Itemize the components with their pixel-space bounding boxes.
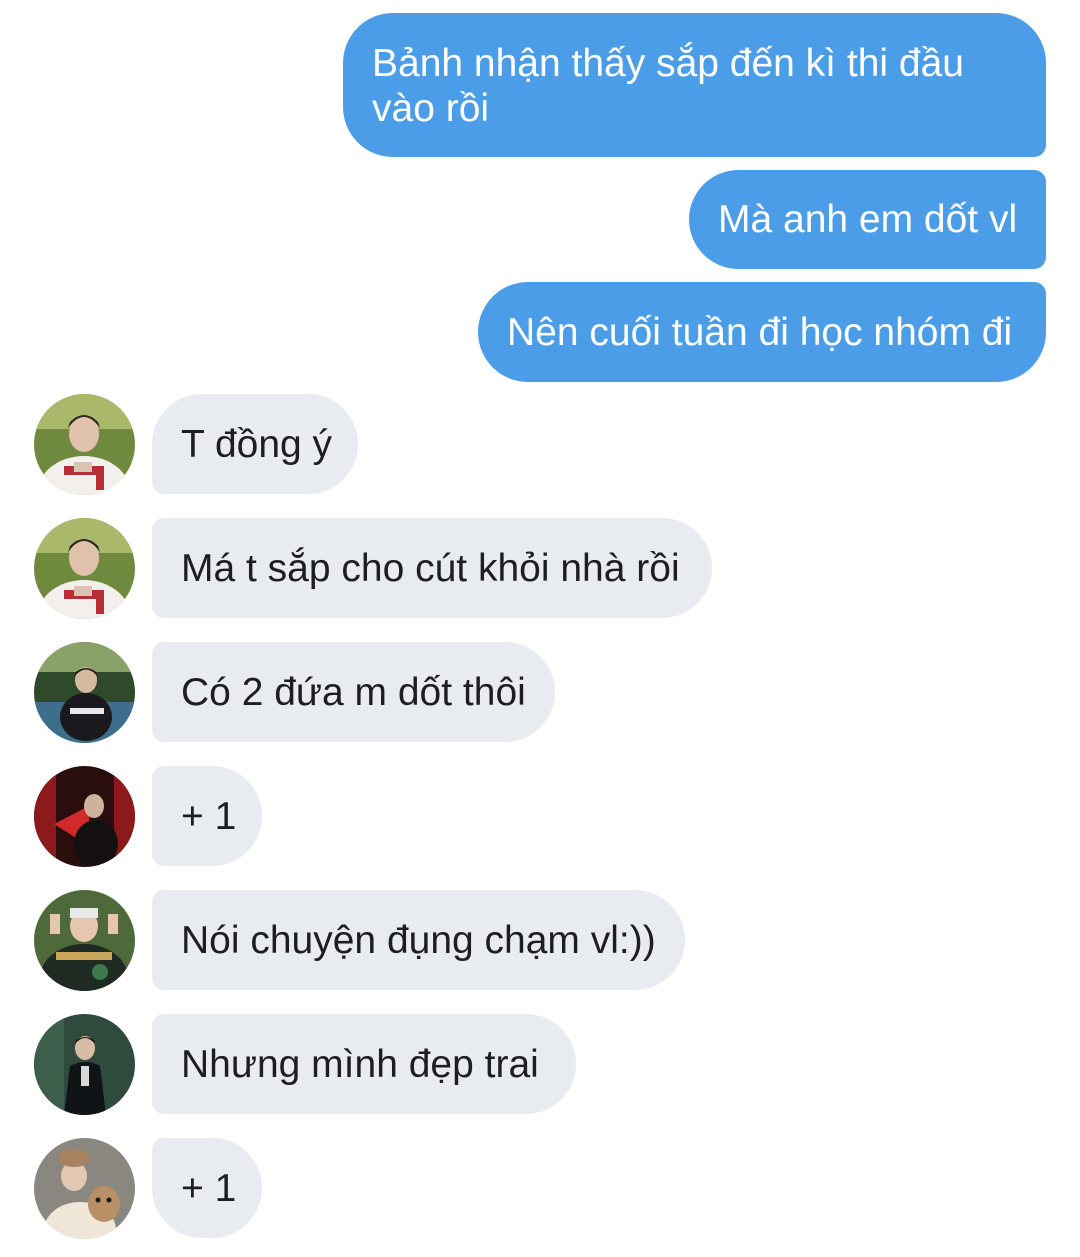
- message-text: Nên cuối tuần đi học nhóm đi: [507, 311, 1013, 354]
- message-text: Nhưng mình đẹp trai: [181, 1043, 539, 1086]
- sender-avatar[interactable]: [34, 642, 135, 743]
- user-avatar-varsity-jacket-icon: [34, 890, 135, 991]
- incoming-message-bubble[interactable]: + 1: [152, 766, 262, 866]
- user-avatar-red-fan-icon: [34, 766, 135, 867]
- message-text: Nói chuyện đụng chạm vl:)): [181, 919, 656, 962]
- user-avatar-suit-icon: [34, 1014, 135, 1115]
- message-text: + 1: [181, 795, 237, 838]
- incoming-message-bubble[interactable]: Nhưng mình đẹp trai: [152, 1014, 576, 1114]
- incoming-message-bubble[interactable]: + 1: [152, 1138, 262, 1238]
- message-text: T đồng ý: [181, 423, 333, 466]
- user-avatar-baseball-jersey-icon: [34, 518, 135, 619]
- outgoing-message-bubble[interactable]: Bảnh nhận thấy sắp đến kì thi đầu vào rồ…: [343, 13, 1046, 157]
- user-avatar-dark-outdoor-icon: [34, 642, 135, 743]
- incoming-message-bubble[interactable]: T đồng ý: [152, 394, 358, 494]
- outgoing-message-bubble[interactable]: Mà anh em dốt vl: [689, 170, 1046, 269]
- incoming-message-bubble[interactable]: Có 2 đứa m dốt thôi: [152, 642, 555, 742]
- message-text: + 1: [181, 1167, 237, 1210]
- incoming-message-bubble[interactable]: Nói chuyện đụng chạm vl:)): [152, 890, 685, 990]
- message-text: Má t sắp cho cút khỏi nhà rồi: [181, 547, 680, 590]
- sender-avatar[interactable]: [34, 1014, 135, 1115]
- sender-avatar[interactable]: [34, 1138, 135, 1239]
- message-text: Bảnh nhận thấy sắp đến kì thi đầu vào rồ…: [372, 42, 964, 130]
- sender-avatar[interactable]: [34, 890, 135, 991]
- message-text: Mà anh em dốt vl: [718, 198, 1018, 241]
- sender-avatar[interactable]: [34, 394, 135, 495]
- incoming-message-bubble[interactable]: Má t sắp cho cút khỏi nhà rồi: [152, 518, 712, 618]
- sender-avatar[interactable]: [34, 518, 135, 619]
- outgoing-message-bubble[interactable]: Nên cuối tuần đi học nhóm đi: [478, 282, 1046, 382]
- user-avatar-baseball-jersey-icon: [34, 394, 135, 495]
- sender-avatar[interactable]: [34, 766, 135, 867]
- message-text: Có 2 đứa m dốt thôi: [181, 671, 526, 714]
- user-avatar-plush-toy-icon: [34, 1138, 135, 1239]
